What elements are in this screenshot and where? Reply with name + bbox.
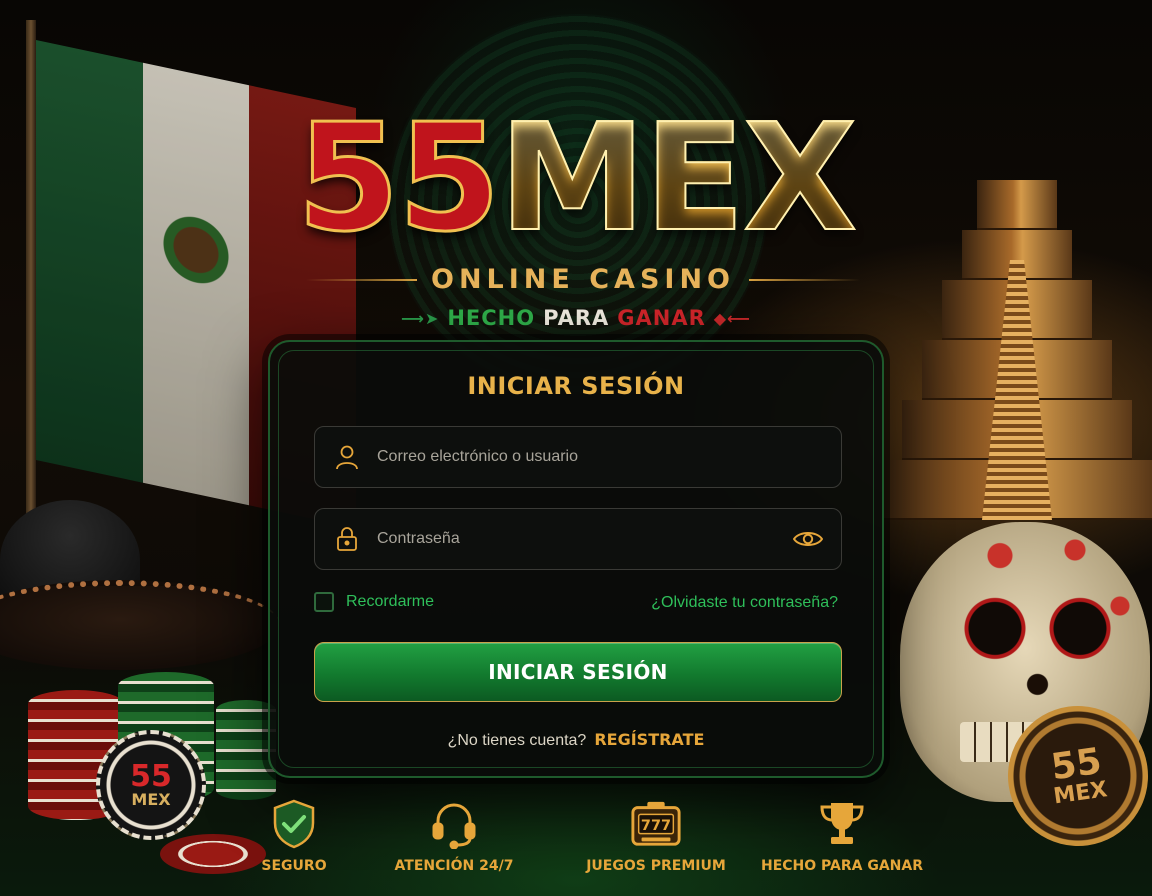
feature-win: HECHO PARA GANAR: [752, 798, 932, 874]
eye-icon[interactable]: [792, 529, 824, 549]
tagline: ONLINE CASINO: [431, 264, 735, 295]
slogan-word-2: PARA: [543, 306, 610, 330]
remember-label: Recordarme: [346, 593, 435, 610]
brand-logo: 55MEX: [0, 103, 1152, 254]
username-field[interactable]: [314, 426, 842, 488]
slot-machine-icon: 777: [630, 798, 682, 850]
arrow-left-icon: ◆⟵: [713, 308, 751, 328]
slogan-row: ⟶➤ HECHO PARA GANAR ◆⟵: [386, 306, 766, 330]
casino-chip: 55 MEX: [96, 730, 206, 840]
shield-check-icon: [268, 798, 320, 850]
chip-name: MEX: [131, 790, 171, 809]
forgot-password-link[interactable]: ¿Olvidaste tu contraseña?: [651, 594, 838, 612]
username-input[interactable]: [377, 448, 841, 466]
no-account-text: ¿No tienes cuenta?: [447, 732, 587, 749]
features-bar: SEGURO ATENCIÓN 24/7 777 JUEGOS PREMIUM: [236, 798, 956, 882]
signup-prompt: ¿No tienes cuenta? REGÍSTRATE: [270, 730, 882, 750]
feature-label: HECHO PARA GANAR: [760, 858, 923, 874]
remember-me[interactable]: Recordarme: [314, 592, 434, 612]
tagline-divider-left: [306, 278, 417, 281]
flagpole: [26, 20, 36, 540]
password-input[interactable]: [377, 530, 793, 548]
slogan-word-1: HECHO: [447, 306, 536, 330]
feature-games: 777 JUEGOS PREMIUM: [566, 798, 746, 874]
feature-label: JUEGOS PREMIUM: [586, 858, 726, 874]
feature-support: ATENCIÓN 24/7: [364, 798, 544, 874]
login-card: INICIAR SESIÓN Recordarme: [268, 340, 884, 778]
green-chip-stack-small: [216, 700, 276, 800]
feature-label: SEGURO: [261, 858, 327, 874]
arrow-right-icon: ⟶➤: [401, 308, 440, 328]
logo-number: 55: [295, 92, 502, 264]
user-icon: [335, 444, 359, 470]
tagline-row: ONLINE CASINO: [306, 264, 860, 295]
remember-checkbox[interactable]: [314, 592, 334, 612]
feature-label: ATENCIÓN 24/7: [394, 858, 514, 874]
lock-icon: [335, 526, 359, 552]
svg-text:777: 777: [641, 818, 671, 834]
headset-icon: [428, 798, 480, 850]
sombrero: [0, 500, 280, 700]
logo-name: MEX: [498, 92, 858, 264]
password-field[interactable]: [314, 508, 842, 570]
login-title: INICIAR SESIÓN: [467, 372, 685, 400]
login-button[interactable]: INICIAR SESIÓN: [314, 642, 842, 702]
register-link[interactable]: REGÍSTRATE: [594, 730, 704, 749]
coin-name: MEX: [1052, 777, 1109, 810]
trophy-icon: [816, 798, 868, 850]
feature-secure: SEGURO: [204, 798, 384, 874]
tagline-divider-right: [749, 278, 860, 281]
slogan-word-3: GANAR: [617, 306, 706, 330]
chip-number: 55: [130, 759, 172, 794]
